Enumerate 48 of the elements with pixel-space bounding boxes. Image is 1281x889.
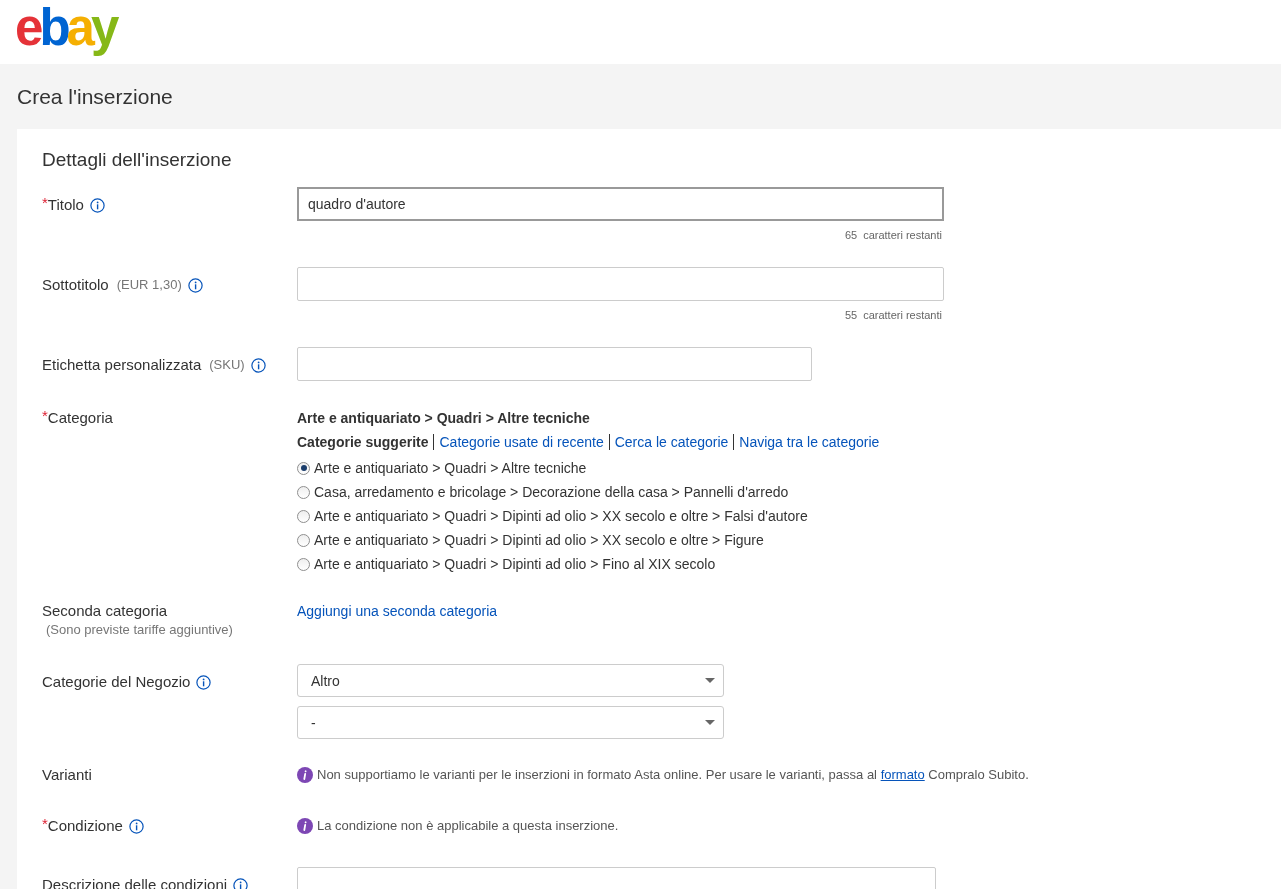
char-count: 65 [844,229,858,242]
field-label: Condizione [47,816,123,836]
info-icon [297,818,313,834]
info-icon [297,767,313,783]
text-field[interactable] [297,267,944,301]
field-label: Etichetta personalizzata [42,355,202,375]
category-option[interactable]: Arte e antiquariato > Quadri > Altre tecniche [314,460,587,476]
page-title: Crea l'inserzione [17,84,174,110]
required-asterisk: * [42,195,48,211]
radio-button[interactable] [297,557,310,571]
caret-icon [705,720,715,725]
char-count-label: caratteri restanti [863,309,942,322]
section-title: Dettagli dell'inserzione [42,148,233,172]
category-option[interactable]: Casa, arredamento e bricolage > Decorazione della casa > Pannelli d'arredo [314,484,789,500]
dropdown[interactable]: - [297,706,724,739]
field-label: Titolo [47,195,84,215]
radio-button[interactable] [297,509,310,523]
fee-note: (Sono previste tariffe aggiuntive) [46,621,234,638]
required-asterisk: * [42,408,48,424]
char-count: 55 [844,309,858,322]
radio-button[interactable] [297,533,310,547]
category-option[interactable]: Arte e antiquariato > Quadri > Dipinti ad olio > XX secolo e oltre > Falsi d'autore [314,508,808,524]
dropdown[interactable]: Altro [297,664,724,697]
price-note: (EUR 1,30) [116,276,182,294]
char-count-label: caratteri restanti [863,229,942,242]
text-field[interactable] [297,347,812,381]
field-label: Varianti [42,765,92,785]
category-tab[interactable]: Naviga tra le categorie [733,434,885,450]
caret-icon [705,678,715,683]
field-label: Seconda categoria [42,601,168,621]
required-asterisk: * [42,816,48,832]
field-label: Categorie del Negozio [42,672,191,692]
category-tab[interactable]: Cerca le categorie [608,434,734,450]
field-label: Sottotitolo [42,275,109,295]
text-field[interactable]: quadro d'autore [297,187,944,221]
format-link[interactable]: formato [880,767,925,782]
category-tab[interactable]: Categorie usate di recente [433,434,609,450]
category-option[interactable]: Arte e antiquariato > Quadri > Dipinti ad olio > Fino al XIX secolo [314,556,716,572]
add-category-link[interactable]: Aggiungi una seconda categoria [297,603,498,619]
category-option[interactable]: Arte e antiquariato > Quadri > Dipinti ad olio > XX secolo e oltre > Figure [314,532,764,548]
field-label: Categoria [47,408,113,428]
radio-button[interactable] [297,485,310,499]
notice-text: La condizione non è applicabile a questa inserzione. [317,817,619,835]
notice-text: Non supportiamo le varianti per le inserzioni in formato Asta online. Per usare le varianti, passa al formato Compralo Subito. [317,766,1029,784]
price-note: (SKU) [209,356,245,374]
selected-category: Arte e antiquariato > Quadri > Altre tecniche [297,409,591,428]
radio-button[interactable] [297,461,310,475]
category-tab[interactable]: Categorie suggerite [297,434,434,450]
